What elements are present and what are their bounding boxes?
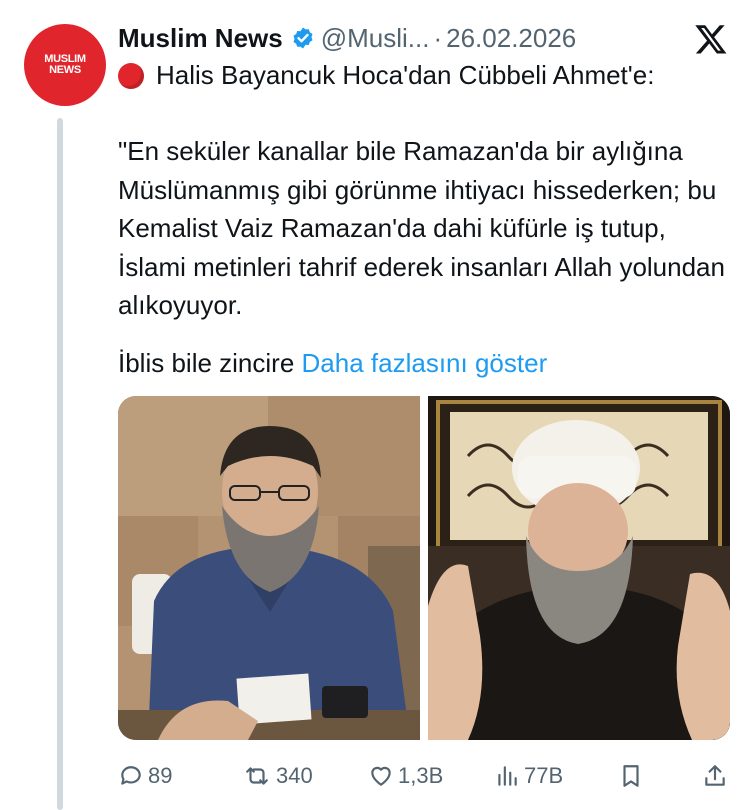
author-name[interactable]: Muslim News [118, 23, 283, 54]
views-button[interactable]: 77B [494, 758, 563, 794]
photo-left-illustration [118, 396, 420, 740]
verified-badge-icon [293, 27, 313, 49]
views-icon [498, 766, 517, 786]
views-count: 77B [524, 763, 564, 788]
heart-icon [371, 766, 391, 786]
photo-left[interactable] [118, 396, 420, 740]
tweet-truncated-text: İblis bile zincire [118, 348, 295, 378]
bookmark-button[interactable] [618, 758, 648, 794]
separator-dot: · [433, 22, 443, 53]
bookmark-icon [623, 765, 639, 787]
thread-line [57, 118, 63, 810]
retweet-icon [246, 767, 268, 785]
tweet-truncated-line: İblis bile zincire Daha fazlasını göster [118, 345, 547, 381]
tweet-date[interactable]: 26.02.2026 [446, 23, 576, 54]
photo-right[interactable] [428, 396, 730, 740]
avatar-text-line2: NEWS [49, 64, 81, 76]
reply-icon [121, 766, 141, 785]
reply-count: 89 [148, 763, 173, 788]
like-count: 1,3B [398, 763, 444, 788]
tweet-title-line: Halis Bayancuk Hoca'dan Cübbeli Ahmet'e: [118, 60, 654, 91]
x-logo-icon[interactable] [694, 22, 728, 56]
tweet-header: Muslim News @Musli... · 26.02.2026 [118, 22, 576, 54]
avatar[interactable]: MUSLIM NEWS [24, 24, 106, 106]
reply-button[interactable]: 89 [118, 758, 172, 794]
author-handle[interactable]: @Musli... [321, 23, 430, 54]
tweet-media[interactable] [118, 396, 730, 740]
retweet-count: 340 [276, 763, 313, 788]
share-icon [705, 765, 725, 786]
share-button[interactable] [702, 758, 732, 794]
red-circle-icon [118, 62, 144, 89]
tweet-title: Halis Bayancuk Hoca'dan Cübbeli Ahmet'e: [156, 60, 655, 90]
tweet-actions: 89 340 1,3B 77B [118, 758, 730, 794]
tweet-body: "En seküler kanallar bile Ramazan'da bir… [118, 136, 725, 320]
retweet-button[interactable]: 340 [242, 758, 313, 794]
like-button[interactable]: 1,3B [368, 758, 443, 794]
photo-right-illustration [428, 396, 730, 740]
show-more-link[interactable]: Daha fazlasını göster [302, 348, 548, 378]
